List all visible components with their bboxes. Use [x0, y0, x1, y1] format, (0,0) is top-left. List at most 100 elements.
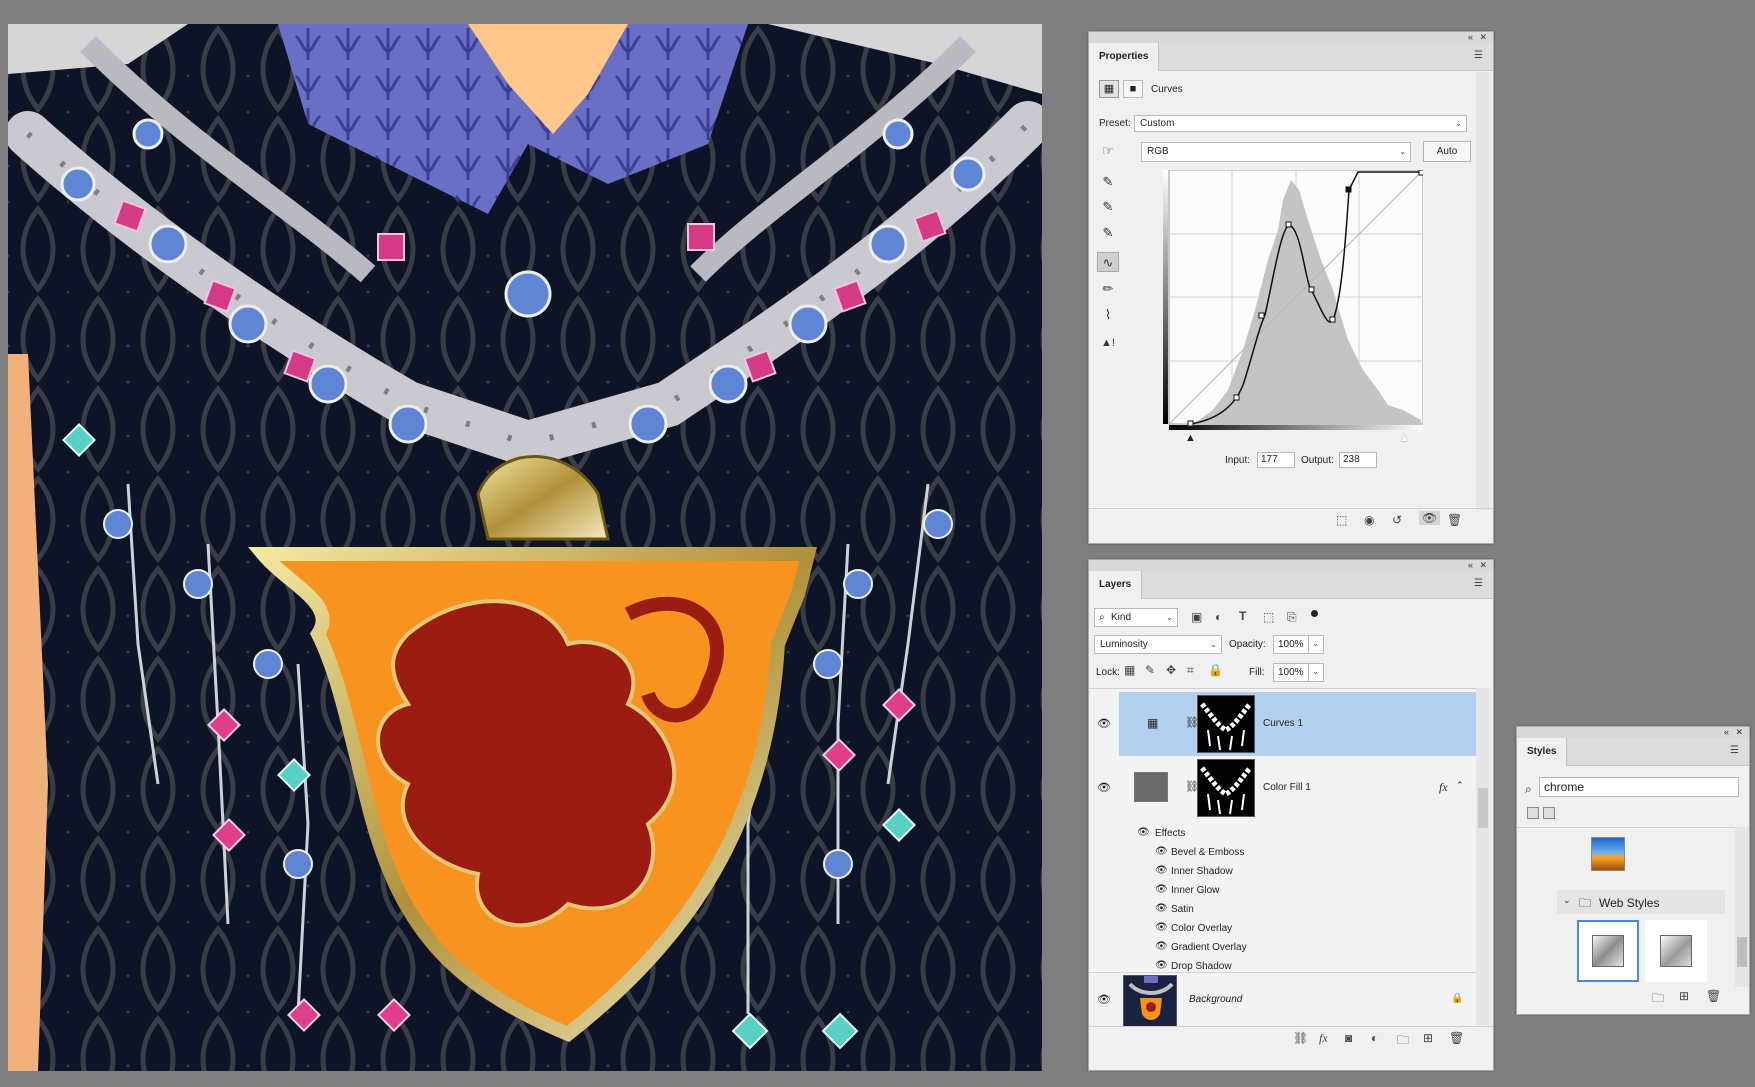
close-icon[interactable]: ✕: [1735, 727, 1743, 738]
output-field[interactable]: 238: [1339, 452, 1377, 468]
new-layer-icon[interactable]: ⊞: [1423, 1031, 1433, 1045]
chevron-down-icon[interactable]: ⌄: [1563, 895, 1571, 906]
filter-smart-object-icon[interactable]: ⎘: [1287, 610, 1297, 625]
panel-menu-icon[interactable]: ☰: [1474, 579, 1485, 589]
fill-slider-toggle[interactable]: ⌄: [1308, 663, 1324, 682]
channel-value: RGB: [1147, 146, 1169, 157]
eye-icon[interactable]: 👁: [1137, 827, 1150, 838]
white-point-slider[interactable]: ▲: [1399, 432, 1410, 444]
view-grid-icon[interactable]: [1527, 807, 1539, 819]
new-adjustment-layer-icon[interactable]: ◐: [1371, 1031, 1378, 1045]
background-thumbnail[interactable]: [1123, 975, 1177, 1027]
input-field[interactable]: 177: [1257, 452, 1295, 468]
tab-styles[interactable]: Styles: [1517, 738, 1568, 766]
clipping-warning-icon[interactable]: ▲!: [1097, 333, 1119, 353]
style-thumbnail-chrome-2[interactable]: [1645, 920, 1707, 982]
layer-mask-thumbnail[interactable]: [1197, 759, 1255, 817]
view-list-icon[interactable]: [1543, 807, 1555, 819]
toggle-visibility-icon[interactable]: 👁: [1419, 511, 1441, 525]
on-image-adjust-icon[interactable]: ☞: [1097, 141, 1119, 161]
trash-icon[interactable]: 🗑: [1447, 513, 1462, 527]
blend-mode-dropdown[interactable]: Luminosity ⌄: [1094, 635, 1222, 654]
tab-properties[interactable]: Properties: [1089, 43, 1160, 71]
eye-icon[interactable]: 👁: [1155, 846, 1168, 857]
panel-menu-icon[interactable]: ☰: [1730, 746, 1741, 756]
eye-icon[interactable]: 👁: [1089, 692, 1119, 756]
scrollbar-thumb[interactable]: [1737, 937, 1747, 967]
chevron-down-icon: ⌄: [1166, 613, 1173, 622]
edit-points-curve-icon[interactable]: ∿: [1097, 252, 1119, 272]
eye-icon[interactable]: 👁: [1089, 973, 1119, 1027]
layer-mask-thumbnail[interactable]: [1197, 695, 1255, 753]
view-previous-state-icon[interactable]: ◉: [1364, 513, 1374, 527]
layer-mask-icon[interactable]: ■: [1123, 80, 1143, 98]
filter-pixel-icon[interactable]: ▣: [1191, 610, 1202, 624]
filter-toggle-icon[interactable]: [1311, 610, 1318, 617]
eye-icon[interactable]: 👁: [1155, 960, 1168, 971]
channel-dropdown[interactable]: RGB ⌄: [1141, 142, 1411, 162]
styles-group-header[interactable]: ⌄ 🗀 Web Styles: [1557, 890, 1725, 914]
layer-row-color-fill-1[interactable]: 👁 ⛓ Color Fill 1 fx ⌃: [1089, 756, 1476, 820]
style-thumbnail-sky[interactable]: [1591, 837, 1625, 871]
fill-field[interactable]: 100%: [1273, 663, 1309, 682]
eye-icon[interactable]: 👁: [1155, 941, 1168, 952]
eye-icon[interactable]: 👁: [1155, 865, 1168, 876]
panel-menu-icon[interactable]: ☰: [1474, 51, 1485, 61]
fx-icon[interactable]: fx: [1439, 780, 1448, 795]
lock-artboard-icon[interactable]: ⌗: [1187, 663, 1194, 678]
smooth-curve-icon[interactable]: ⌇: [1097, 305, 1119, 325]
opacity-field[interactable]: 100%: [1273, 635, 1309, 654]
lock-all-icon[interactable]: 🔒: [1208, 663, 1223, 677]
reset-icon[interactable]: ↺: [1392, 513, 1402, 527]
lock-transparent-icon[interactable]: ▦: [1124, 663, 1135, 677]
preset-dropdown[interactable]: Custom ⌄: [1134, 115, 1467, 132]
document-canvas[interactable]: [8, 24, 1042, 1071]
add-mask-icon[interactable]: ◙: [1345, 1031, 1352, 1045]
black-point-slider[interactable]: ▲: [1185, 432, 1196, 444]
lock-image-icon[interactable]: ✎: [1145, 663, 1155, 677]
collapse-icon[interactable]: «: [1468, 560, 1473, 571]
trash-icon[interactable]: 🗑: [1706, 989, 1721, 1003]
filter-adjustment-icon[interactable]: ◐: [1215, 610, 1222, 624]
curves-adjustment-icon[interactable]: ▦: [1099, 80, 1119, 98]
lock-position-icon[interactable]: ✥: [1166, 663, 1176, 677]
color-fill-thumbnail[interactable]: [1134, 772, 1168, 802]
auto-button[interactable]: Auto: [1423, 141, 1471, 162]
sample-gray-eyedropper-icon[interactable]: ✎: [1097, 197, 1119, 217]
eye-icon[interactable]: 👁: [1155, 922, 1168, 933]
clip-to-layer-icon[interactable]: ⬚: [1336, 513, 1347, 527]
properties-scrollbar[interactable]: [1476, 72, 1490, 510]
curves-plot[interactable]: [1163, 169, 1425, 430]
link-layers-icon[interactable]: ⛓: [1293, 1031, 1308, 1045]
lock-icon[interactable]: 🔒: [1451, 993, 1463, 1004]
collapse-icon[interactable]: «: [1468, 32, 1473, 43]
sample-black-eyedropper-icon[interactable]: ✎: [1097, 172, 1119, 192]
curves-graph[interactable]: [1163, 169, 1425, 430]
tab-layers[interactable]: Layers: [1089, 571, 1143, 599]
new-style-icon[interactable]: ⊞: [1679, 989, 1689, 1003]
add-layer-style-icon[interactable]: fx: [1319, 1031, 1328, 1046]
styles-search-input[interactable]: chrome: [1539, 777, 1739, 797]
draw-curve-pencil-icon[interactable]: ✏: [1097, 279, 1119, 299]
folder-icon[interactable]: 🗀: [1652, 989, 1664, 1010]
filter-kind-dropdown[interactable]: ⌕ Kind ⌄: [1094, 608, 1178, 627]
layer-row-curves-1[interactable]: 👁 ▦ ⛓ Curves 1: [1089, 692, 1476, 756]
collapse-icon[interactable]: «: [1724, 727, 1729, 738]
collapse-effects-icon[interactable]: ⌃: [1456, 780, 1464, 791]
filter-type-icon[interactable]: T: [1239, 609, 1246, 623]
filter-shape-icon[interactable]: ⬚: [1263, 610, 1274, 624]
close-icon[interactable]: ✕: [1479, 32, 1487, 43]
layers-scrollbar[interactable]: [1476, 688, 1490, 1025]
style-thumbnail-chrome-1[interactable]: [1577, 920, 1639, 982]
eye-icon[interactable]: 👁: [1155, 884, 1168, 895]
opacity-slider-toggle[interactable]: ⌄: [1308, 635, 1324, 654]
close-icon[interactable]: ✕: [1479, 560, 1487, 571]
sample-white-eyedropper-icon[interactable]: ✎: [1097, 223, 1119, 243]
eye-icon[interactable]: 👁: [1155, 903, 1168, 914]
styles-scrollbar[interactable]: [1735, 827, 1749, 987]
scrollbar-thumb[interactable]: [1478, 788, 1488, 828]
folder-icon[interactable]: 🗀: [1397, 1031, 1409, 1052]
layer-row-background[interactable]: 👁 Background 🔒: [1089, 972, 1476, 1027]
trash-icon[interactable]: 🗑: [1449, 1031, 1464, 1045]
eye-icon[interactable]: 👁: [1089, 756, 1119, 820]
